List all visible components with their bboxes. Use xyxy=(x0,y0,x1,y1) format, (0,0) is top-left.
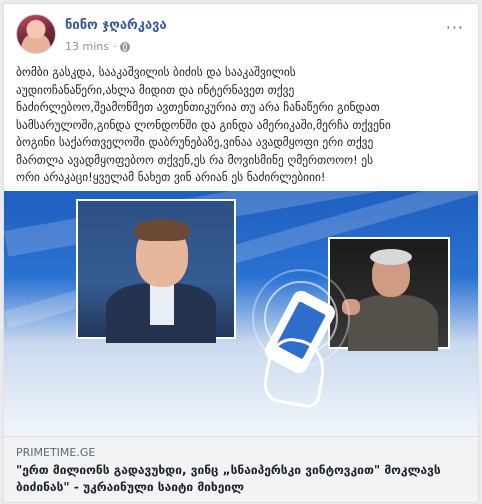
photo-left-shirt xyxy=(150,285,174,325)
photo-left-hair xyxy=(134,219,190,241)
link-preview[interactable]: PRIMETIME.GE "ერთ მილიონს გადავუხდი, ვინ… xyxy=(4,436,478,502)
globe-icon[interactable] xyxy=(120,41,131,52)
timestamp[interactable]: 13 mins xyxy=(65,40,109,53)
photo-right-hair xyxy=(370,249,412,265)
post-card: ნინო ჯღარკავა 13 mins · ··· ბომბი გასკდა… xyxy=(3,3,479,503)
photo-left xyxy=(76,199,236,343)
phone-illustration xyxy=(252,269,350,417)
photo-right-body xyxy=(348,295,438,351)
link-title[interactable]: "ერთ მილიონს გადავუხდი, ვინც „სნაიპერსკი… xyxy=(16,462,466,496)
link-image[interactable] xyxy=(4,191,478,436)
post-header: ნინო ჯღარკავა 13 mins · ··· xyxy=(16,12,468,60)
more-options-button[interactable]: ··· xyxy=(446,18,464,37)
post-text: ბომბი გასკდა, სააკაშვილის ბიძის და სააკა… xyxy=(16,65,391,184)
link-domain: PRIMETIME.GE xyxy=(16,446,96,459)
author-name[interactable]: ნინო ჯღარკავა xyxy=(65,18,167,33)
post-meta: 13 mins · xyxy=(65,40,131,53)
avatar[interactable] xyxy=(16,14,56,54)
meta-separator: · xyxy=(112,40,117,53)
